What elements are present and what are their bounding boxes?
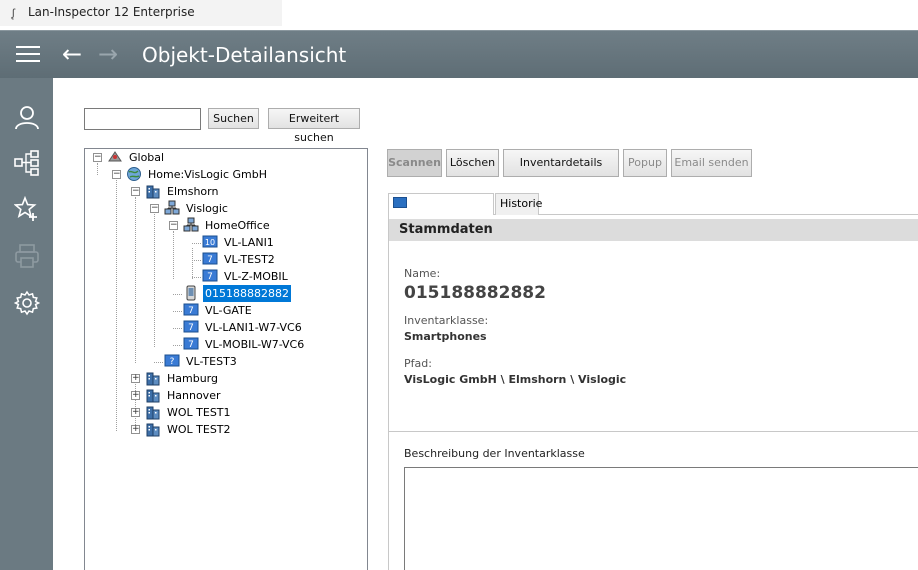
window-title: Lan-Inspector 12 Enterprise <box>28 5 195 19</box>
printer-icon <box>14 243 40 269</box>
computer-icon <box>393 197 407 208</box>
name-label: Name: <box>404 267 441 280</box>
tree-network-icon[interactable] <box>14 150 40 176</box>
scan-button[interactable]: Scannen <box>387 149 442 177</box>
collapse-icon[interactable]: − <box>150 204 159 213</box>
object-tree[interactable]: − Global − Home:VisLogic GmbH − Elmshorn − Visl… <box>84 148 368 570</box>
search-input[interactable] <box>84 108 201 130</box>
tab-label: Historie <box>500 197 543 210</box>
network-group-icon <box>183 217 199 233</box>
description-label: Beschreibung der Inventarklasse <box>404 447 585 460</box>
section-header: Stammdaten <box>389 219 918 241</box>
forward-arrow-icon[interactable]: → <box>98 41 122 67</box>
tree-node-label: Hannover <box>167 389 221 402</box>
delete-button[interactable]: Löschen <box>446 149 499 177</box>
tree-node-label: Hamburg <box>167 372 218 385</box>
tree-node-label: VL-Z-MOBIL <box>224 270 288 283</box>
tree-node-label: VL-TEST2 <box>224 253 275 266</box>
tree-node-label: Home:VisLogic GmbH <box>148 168 268 181</box>
tree-node-label: VL-LANI1 <box>224 236 274 249</box>
smartphone-icon <box>183 285 199 301</box>
app-header: ← → Objekt-Detailansicht <box>0 30 918 78</box>
windows7-pc-icon: 7 <box>183 319 199 335</box>
expand-icon[interactable]: + <box>131 425 140 434</box>
window-titlebar: ᶘ Lan-Inspector 12 Enterprise <box>0 0 918 30</box>
page-title: Objekt-Detailansicht <box>142 43 347 67</box>
building-icon <box>145 421 161 437</box>
svg-text:7: 7 <box>188 306 194 316</box>
search-button[interactable]: Suchen <box>208 108 259 129</box>
collapse-icon[interactable]: − <box>93 153 102 162</box>
inventory-class-value: Smartphones <box>404 330 487 343</box>
inventory-details-button[interactable]: Inventardetails <box>503 149 619 177</box>
tree-node-label: VL-TEST3 <box>186 355 237 368</box>
tree-node-label: WOL TEST2 <box>167 423 231 436</box>
building-icon <box>145 387 161 403</box>
svg-text:7: 7 <box>188 340 194 350</box>
back-arrow-icon[interactable]: ← <box>62 41 86 67</box>
windows7-pc-icon: 7 <box>202 268 218 284</box>
tree-node-label: WOL TEST1 <box>167 406 231 419</box>
svg-text:7: 7 <box>188 323 194 333</box>
svg-text:10: 10 <box>205 238 215 247</box>
windows7-pc-icon: 7 <box>202 251 218 267</box>
tree-node-label: VL-GATE <box>205 304 252 317</box>
path-value: VisLogic GmbH \ Elmshorn \ Vislogic <box>404 373 627 386</box>
tree-node-label: VL-LANI1-W7-VC6 <box>205 321 302 334</box>
popup-button[interactable]: Popup <box>623 149 667 177</box>
svg-text:7: 7 <box>207 255 213 265</box>
windows7-pc-icon: 7 <box>183 302 199 318</box>
inventory-class-label: Inventarklasse: <box>404 314 489 327</box>
detail-panel: Stammdaten Name: 015188882882 Inventarkl… <box>388 215 918 570</box>
tree-node-label: Vislogic <box>186 202 228 215</box>
expand-icon[interactable]: + <box>131 391 140 400</box>
left-sidebar <box>0 78 53 570</box>
hamburger-menu-icon[interactable] <box>16 44 40 64</box>
user-icon[interactable] <box>14 104 40 130</box>
svg-text:?: ? <box>170 357 175 367</box>
collapse-icon[interactable]: − <box>131 187 140 196</box>
windows7-pc-icon: 7 <box>183 336 199 352</box>
collapse-icon[interactable]: − <box>169 221 178 230</box>
star-add-icon[interactable] <box>13 195 40 222</box>
titlebar-tab: ᶘ Lan-Inspector 12 Enterprise <box>0 0 282 26</box>
path-label: Pfad: <box>404 357 432 370</box>
building-icon <box>145 183 161 199</box>
tree-node-label: Elmshorn <box>167 185 219 198</box>
expand-icon[interactable]: + <box>131 408 140 417</box>
globe-icon <box>126 166 142 182</box>
description-textarea[interactable] <box>404 467 918 570</box>
tree-node-label: 015188882882 <box>203 285 291 302</box>
name-value: 015188882882 <box>404 283 546 303</box>
expand-icon[interactable]: + <box>131 374 140 383</box>
gear-icon[interactable] <box>13 290 41 316</box>
section-divider <box>389 431 918 432</box>
building-icon <box>145 404 161 420</box>
collapse-icon[interactable]: − <box>112 170 121 179</box>
tab-history[interactable]: Historie <box>495 193 543 215</box>
svg-text:7: 7 <box>207 272 213 282</box>
windows10-pc-icon: 10 <box>202 234 218 250</box>
app-window: ᶘ Lan-Inspector 12 Enterprise ← → Objekt… <box>0 0 918 570</box>
email-send-button[interactable]: Email senden <box>671 149 752 177</box>
unknown-pc-icon: ? <box>164 353 180 369</box>
tree-node-label: VL-MOBIL-W7-VC6 <box>205 338 305 351</box>
global-icon <box>107 149 123 165</box>
app-icon: ᶘ <box>12 6 15 20</box>
detail-tabs: 015188882882 Historie <box>388 193 918 230</box>
advanced-search-button[interactable]: Erweitert suchen <box>268 108 360 144</box>
tab-device[interactable]: 015188882882 <box>388 193 494 230</box>
tree-node-label: HomeOffice <box>205 219 270 232</box>
network-group-icon <box>164 200 180 216</box>
tree-node-label: Global <box>129 151 165 164</box>
building-icon <box>145 370 161 386</box>
